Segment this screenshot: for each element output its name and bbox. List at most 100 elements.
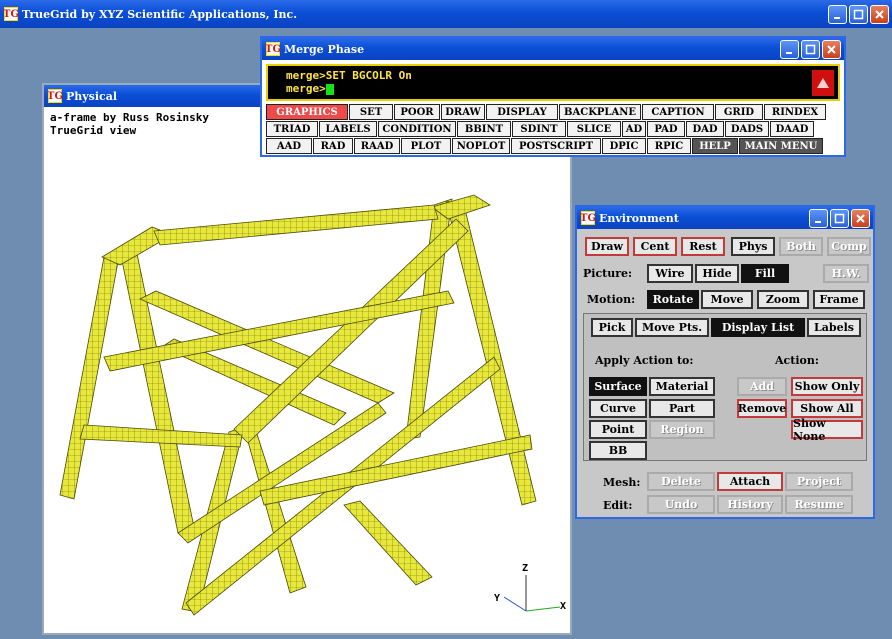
- hide-button[interactable]: Hide: [695, 264, 739, 283]
- labels-button[interactable]: LABELS: [319, 121, 377, 137]
- bb-button[interactable]: BB: [589, 441, 647, 460]
- merge-command-buttons: GRAPHICS SET POOR DRAW DISPLAY BACKPLANE…: [266, 104, 844, 155]
- noplot-button[interactable]: NOPLOT: [452, 138, 510, 154]
- axis-y-label: Y: [494, 593, 501, 604]
- rad-button[interactable]: RAD: [313, 138, 353, 154]
- button-row-1: GRAPHICS SET POOR DRAW DISPLAY BACKPLANE…: [266, 104, 844, 120]
- part-button[interactable]: Part: [649, 399, 715, 418]
- scroll-up-arrow-icon[interactable]: [812, 70, 834, 96]
- phys-button[interactable]: Phys: [731, 237, 775, 256]
- merge-phase-window[interactable]: TG Merge Phase merge>SET BGCOLR On merge…: [260, 36, 846, 157]
- backplane-button[interactable]: BACKPLANE: [559, 104, 641, 120]
- minimize-icon[interactable]: [828, 4, 847, 24]
- minimize-icon[interactable]: [780, 39, 799, 59]
- maximize-icon[interactable]: [830, 208, 849, 228]
- fill-button[interactable]: Fill: [741, 264, 789, 283]
- show-all-button[interactable]: Show All: [791, 399, 863, 418]
- merge-title-bar[interactable]: TG Merge Phase: [262, 38, 844, 60]
- postscript-button[interactable]: POSTSCRIPT: [511, 138, 601, 154]
- hw-button: H.W.: [823, 264, 869, 283]
- sdint-button[interactable]: SDINT: [512, 121, 566, 137]
- console-prompt[interactable]: merge>: [286, 82, 820, 95]
- show-only-button[interactable]: Show Only: [791, 377, 863, 396]
- move-button[interactable]: Move: [701, 290, 753, 309]
- plot-button[interactable]: PLOT: [401, 138, 451, 154]
- curve-button[interactable]: Curve: [589, 399, 647, 418]
- truegrid-logo-icon: TG: [580, 211, 596, 225]
- minimize-icon[interactable]: [809, 208, 828, 228]
- raad-button[interactable]: RAAD: [354, 138, 400, 154]
- draw-env-button[interactable]: Draw: [585, 237, 629, 256]
- action-label: Action:: [775, 354, 819, 367]
- display-button[interactable]: DISPLAY: [486, 104, 558, 120]
- physical-viewport[interactable]: a-frame by Russ Rosinsky TrueGrid view Z…: [44, 107, 570, 633]
- ad-button[interactable]: AD: [622, 121, 646, 137]
- physical-title: Physical: [66, 89, 118, 103]
- cent-button[interactable]: Cent: [633, 237, 677, 256]
- button-row-2: TRIAD LABELS CONDITION BBINT SDINT SLICE…: [266, 121, 844, 137]
- command-console[interactable]: merge>SET BGCOLR On merge>: [266, 64, 840, 101]
- close-icon[interactable]: [822, 39, 841, 59]
- maximize-icon[interactable]: [849, 4, 868, 24]
- labels-env-button[interactable]: Labels: [807, 318, 861, 337]
- grid-button[interactable]: GRID: [715, 104, 763, 120]
- caption-button[interactable]: CAPTION: [642, 104, 714, 120]
- environment-title: Environment: [599, 211, 679, 225]
- axis-z-label: Z: [522, 563, 529, 574]
- material-button[interactable]: Material: [649, 377, 715, 396]
- both-button: Both: [779, 237, 823, 256]
- axis-x-label: X: [560, 601, 567, 612]
- pick-button[interactable]: Pick: [591, 318, 633, 337]
- apply-action-label: Apply Action to:: [595, 354, 694, 367]
- daad-button[interactable]: DAAD: [770, 121, 814, 137]
- remove-button[interactable]: Remove: [737, 399, 787, 418]
- comp-button: Comp: [827, 237, 871, 256]
- main-title: TrueGrid by XYZ Scientific Applications,…: [22, 7, 298, 21]
- bbint-button[interactable]: BBINT: [457, 121, 511, 137]
- close-icon[interactable]: [851, 208, 870, 228]
- main-menu-button[interactable]: MAIN MENU: [739, 138, 823, 154]
- environment-window[interactable]: TG Environment Draw Cent Rest Phys Both …: [575, 205, 875, 519]
- physical-window[interactable]: TG Physical a-frame by Russ Rosinsky Tru…: [42, 83, 572, 635]
- motion-label: Motion:: [587, 293, 636, 306]
- rpic-button[interactable]: RPIC: [647, 138, 691, 154]
- dads-button[interactable]: DADS: [725, 121, 769, 137]
- set-button[interactable]: SET: [349, 104, 393, 120]
- draw-button[interactable]: DRAW: [441, 104, 485, 120]
- frame-button[interactable]: Frame: [813, 290, 865, 309]
- dpic-button[interactable]: DPIC: [602, 138, 646, 154]
- triad-button[interactable]: TRIAD: [266, 121, 318, 137]
- slice-button[interactable]: SLICE: [567, 121, 621, 137]
- point-button[interactable]: Point: [589, 420, 647, 439]
- mesh-label: Mesh:: [603, 476, 641, 489]
- delete-button: Delete: [647, 472, 715, 491]
- close-icon[interactable]: [870, 4, 889, 24]
- graphics-button[interactable]: GRAPHICS: [266, 104, 348, 120]
- surface-button[interactable]: Surface: [589, 377, 647, 396]
- zoom-button[interactable]: Zoom: [757, 290, 809, 309]
- help-button[interactable]: HELP: [692, 138, 738, 154]
- truegrid-logo-icon: TG: [265, 42, 281, 56]
- condition-button[interactable]: CONDITION: [378, 121, 456, 137]
- display-list-button[interactable]: Display List: [711, 318, 805, 337]
- maximize-icon[interactable]: [801, 39, 820, 59]
- environment-title-bar[interactable]: TG Environment: [577, 207, 873, 229]
- rest-button[interactable]: Rest: [681, 237, 725, 256]
- dad-button[interactable]: DAD: [686, 121, 724, 137]
- rotate-button[interactable]: Rotate: [647, 290, 699, 309]
- aframe-mesh-render: [59, 194, 561, 616]
- rindex-button[interactable]: RINDEX: [764, 104, 826, 120]
- truegrid-logo-icon: TG: [3, 7, 19, 21]
- show-none-button[interactable]: Show None: [791, 417, 863, 443]
- main-title-bar[interactable]: TG TrueGrid by XYZ Scientific Applicatio…: [0, 0, 892, 28]
- button-row-3: AAD RAD RAAD PLOT NOPLOT POSTSCRIPT DPIC…: [266, 138, 844, 154]
- environment-body: Draw Cent Rest Phys Both Comp Picture: W…: [577, 229, 873, 517]
- pad-button[interactable]: PAD: [647, 121, 685, 137]
- attach-button[interactable]: Attach: [717, 472, 783, 491]
- poor-button[interactable]: POOR: [394, 104, 440, 120]
- aad-button[interactable]: AAD: [266, 138, 312, 154]
- resume-button: Resume: [785, 495, 853, 514]
- move-pts-button[interactable]: Move Pts.: [635, 318, 709, 337]
- history-button: History: [717, 495, 783, 514]
- wire-button[interactable]: Wire: [647, 264, 693, 283]
